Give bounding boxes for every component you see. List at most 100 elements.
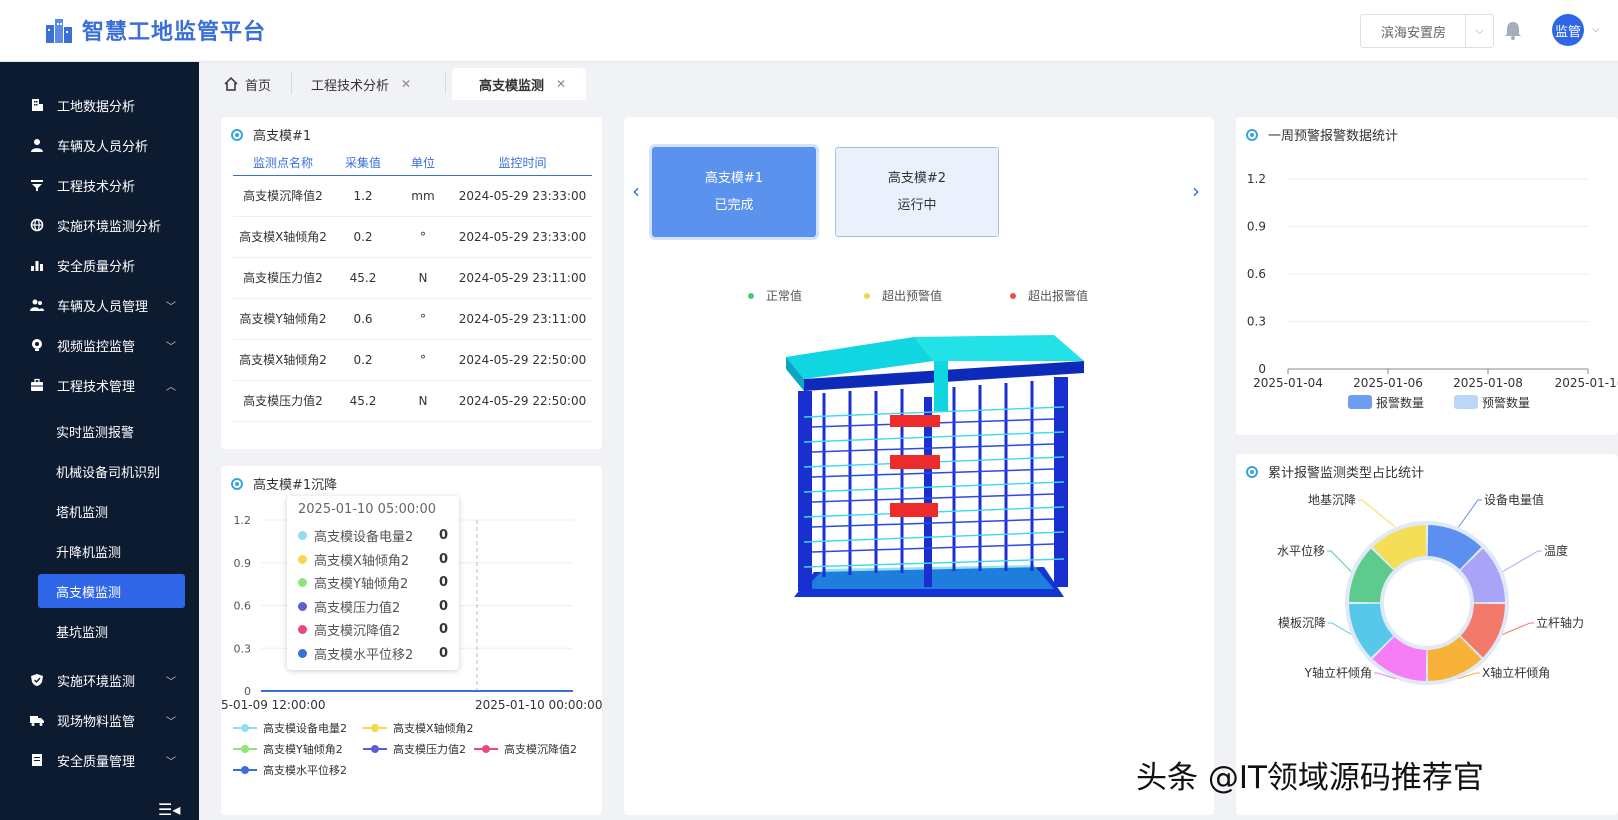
table-cell: 2024-05-29 22:50:00 (453, 380, 592, 422)
card-status: 已完成 (714, 198, 754, 213)
building-icon (32, 99, 43, 111)
slice-label: 温度 (1544, 543, 1568, 558)
tab-home[interactable]: 首页 (223, 68, 271, 100)
legend-label: 高支模X轴倾角2 (393, 721, 474, 735)
sidebar-subitem-realtime-alarm[interactable]: 实时监测报警 (38, 414, 185, 448)
tooltip-dot (298, 578, 307, 588)
collapse-menu-icon[interactable]: ☰◂ (158, 800, 180, 819)
user-avatar[interactable]: 监管 (1552, 14, 1584, 46)
close-icon[interactable]: ✕ (556, 77, 566, 91)
table-cell: 高支模Y轴倾角2 (233, 298, 333, 340)
close-icon[interactable]: ✕ (401, 77, 411, 91)
sidebar-item-engineering-analysis[interactable]: 工程技术分析 (0, 170, 199, 200)
y-tick-label: 1.2 (1247, 172, 1266, 186)
table-cell: 0.2 (333, 216, 393, 258)
tooltip-series-value: 0 (438, 551, 448, 567)
filter-icon (31, 180, 43, 191)
sidebar-item-vehicle-management[interactable]: 车辆及人员管理 ﹀ (0, 290, 199, 320)
table-cell: 高支模压力值2 (233, 380, 333, 422)
sidebar-item-material-supervision[interactable]: 现场物料监管 ﹀ (0, 705, 199, 735)
table-cell: 2024-05-29 23:11:00 (453, 257, 592, 299)
table-cell: 2024-05-29 23:11:00 (453, 298, 592, 340)
weekly-alarm-panel: 一周预警报警数据统计 0 0.3 0.6 0.9 1.2 2025-01-04 2025-0… (1236, 117, 1618, 435)
chevron-right-icon[interactable]: › (1192, 179, 1200, 203)
sidebar-item-safety-management[interactable]: 安全质量管理 ﹀ (0, 745, 199, 775)
slice-label-line (1502, 622, 1534, 635)
document-icon (32, 754, 42, 766)
bar-chart-icon (31, 261, 43, 271)
sidebar-item-safety-analysis[interactable]: 安全质量分析 (0, 250, 199, 280)
formwork-3d-panel: ‹ 高支模#1 已完成 高支模#2 运行中 › 正常值 超出预警值 超出报警值 (624, 117, 1214, 815)
tooltip-row: 高支模设备电量2 0 (298, 524, 448, 548)
structure-card-2[interactable]: 高支模#2 运行中 (835, 147, 999, 237)
chevron-left-icon[interactable]: ‹ (632, 179, 640, 203)
tooltip-series-name: 高支模压力值2 (314, 600, 401, 616)
legend-label: 高支模Y轴倾角2 (263, 742, 343, 756)
legend-label: 预警数量 (1482, 395, 1530, 410)
slice-label: 地基沉降 (1308, 493, 1356, 507)
y-tick-label: 0.6 (234, 600, 252, 613)
sidebar-item-label: 车辆及人员分析 (57, 139, 149, 155)
formwork-3d-model[interactable] (764, 327, 1094, 637)
chevron-up-icon: ︿ (166, 381, 176, 393)
slice-label: 立杆轴力 (1536, 615, 1584, 630)
tab-divider (291, 72, 292, 94)
app-logo[interactable]: 智慧工地监管平台 (44, 14, 266, 46)
sidebar-subitem-elevator[interactable]: 升降机监测 (38, 534, 185, 568)
table-row: 高支模压力值2 45.2 N 2024-05-29 23:11:00 (233, 257, 592, 299)
sidebar-item-label: 实施环境监测 (57, 674, 136, 690)
sidebar-item-site-data[interactable]: 工地数据分析 (0, 90, 199, 120)
sidebar-item-label: 安全质量管理 (57, 754, 136, 770)
tooltip-dot (298, 554, 307, 564)
weekly-bar-chart: 0 0.3 0.6 0.9 1.2 2025-01-04 2025-01-06 2025-01… (1247, 172, 1618, 410)
sidebar-item-video-monitoring[interactable]: 视频监控监管 ﹀ (0, 330, 199, 360)
sidebar-subitem-formwork[interactable]: 高支模监测 (38, 574, 185, 608)
tooltip-row: 高支模水平位移2 0 (298, 642, 448, 666)
legend-label: 正常值 (766, 289, 803, 303)
chevron-down-icon[interactable]: ⌵ (1465, 15, 1493, 47)
project-select[interactable]: 滨海安置房 ⌵ (1360, 14, 1494, 48)
legend-warning: 超出预警值 (864, 287, 942, 304)
sidebar-item-environment-analysis[interactable]: 实施环境监测分析 (0, 210, 199, 240)
truck-icon (30, 716, 44, 726)
table-cell: N (393, 257, 453, 299)
y-tick-label: 0.3 (234, 642, 252, 655)
bell-icon[interactable] (1504, 20, 1522, 40)
tooltip-dot (298, 601, 307, 611)
table-cell: 高支模沉降值2 (233, 175, 333, 217)
table-cell: ° (393, 216, 453, 258)
avatar-chevron-icon[interactable]: ⌵ (1592, 24, 1600, 35)
structure-card-1[interactable]: 高支模#1 已完成 (652, 147, 816, 237)
sidebar-subitem-foundation-pit[interactable]: 基坑监测 (38, 614, 185, 648)
sidebar-subitem-tower-crane[interactable]: 塔机监测 (38, 494, 185, 528)
legend-marker (241, 745, 249, 753)
table-cell: N (393, 380, 453, 422)
sidebar-item-engineering-management[interactable]: 工程技术管理 ︿ (0, 370, 199, 400)
sidebar-item-vehicle-analysis[interactable]: 车辆及人员分析 (0, 130, 199, 160)
tab-divider (445, 72, 446, 94)
table-cell: 2024-05-29 23:33:00 (453, 216, 592, 258)
sidebar-item-environment-monitoring[interactable]: 实施环境监测 ﹀ (0, 665, 199, 695)
top-header: 智慧工地监管平台 滨海安置房 ⌵ 监管 ⌵ (0, 0, 1618, 62)
y-tick-label: 1.2 (234, 514, 252, 527)
shield-icon (31, 674, 43, 686)
table-cell: 高支模压力值2 (233, 257, 333, 299)
tooltip-dot (298, 531, 307, 541)
tooltip-row: 高支模压力值2 0 (298, 595, 448, 619)
column-header: 单位 (393, 151, 453, 176)
sidebar-subitem-driver-recognition[interactable]: 机械设备司机识别 (38, 454, 185, 488)
tab-formwork-monitoring[interactable]: 高支模监测 ✕ (452, 68, 587, 100)
slice-label-line (1502, 550, 1542, 573)
legend-marker (371, 724, 379, 732)
legend-swatch (1348, 395, 1372, 409)
legend-dot (748, 292, 754, 299)
column-header: 监测点名称 (233, 151, 333, 176)
sidebar-item-label: 实施环境监测分析 (57, 219, 162, 235)
tab-engineering-analysis[interactable]: 工程技术分析 ✕ (311, 68, 411, 100)
tooltip-series-name: 高支模设备电量2 (314, 530, 414, 546)
slice-label: Y轴立杆倾角 (1304, 665, 1372, 680)
tooltip-row: 高支模沉降值2 0 (298, 618, 448, 642)
legend-dot (864, 292, 870, 299)
x-tick-label: 5-01-09 12:00:00 (221, 698, 326, 712)
legend-label: 超出报警值 (1028, 289, 1089, 303)
